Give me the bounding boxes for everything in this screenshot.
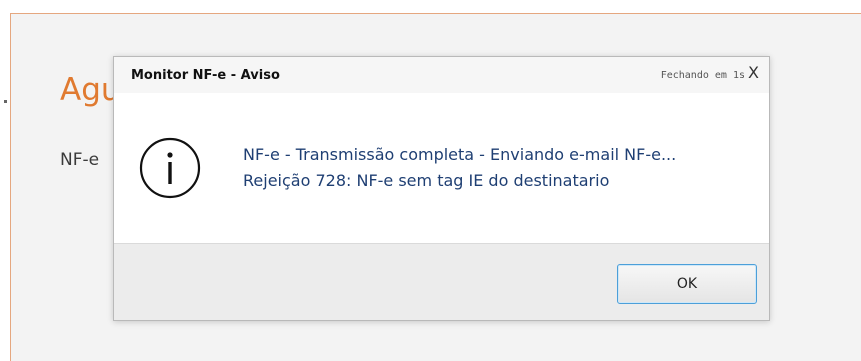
warning-dialog: Monitor NF-e - Aviso Fechando em 1s X NF… <box>113 56 770 321</box>
dialog-title: Monitor NF-e - Aviso <box>131 68 280 83</box>
background-marker <box>4 100 7 103</box>
message-line-2: Rejeição 728: NF-e sem tag IE do destina… <box>243 171 610 190</box>
auto-close-countdown: Fechando em 1s <box>660 70 745 81</box>
background-text: NF-e <box>60 150 100 170</box>
message-line-1: NF-e - Transmissão completa - Enviando e… <box>243 145 677 164</box>
ok-button[interactable]: OK <box>617 264 757 304</box>
info-icon <box>139 137 201 199</box>
background-title: Agu <box>60 72 121 108</box>
close-icon[interactable]: X <box>748 65 759 81</box>
dialog-body: NF-e - Transmissão completa - Enviando e… <box>114 93 769 243</box>
dialog-titlebar[interactable]: Monitor NF-e - Aviso Fechando em 1s X <box>114 57 769 93</box>
dialog-footer: OK <box>114 243 769 320</box>
